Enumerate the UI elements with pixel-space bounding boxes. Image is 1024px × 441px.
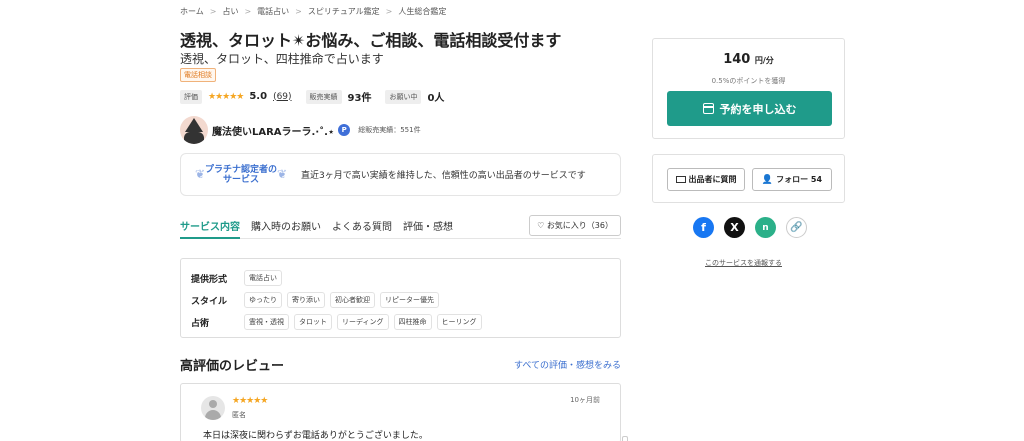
seller-total-sales: 総販売実績：551件 bbox=[358, 126, 421, 134]
mail-icon bbox=[675, 176, 686, 183]
ask-seller-label: 出品者に質問 bbox=[688, 175, 737, 184]
platinum-badge-line2: サービス bbox=[222, 174, 259, 185]
heart-icon: ♡ bbox=[537, 221, 545, 230]
reviews-heading: 高評価のレビュー bbox=[180, 359, 285, 374]
follow-label: フォロー 54 bbox=[776, 175, 823, 184]
calendar-icon bbox=[702, 103, 714, 114]
spec-chip[interactable]: リピーター優先 bbox=[380, 292, 439, 308]
review-text: 本日は深夜に関わらずお電話ありがとうございました。 bbox=[203, 431, 428, 441]
book-button-label: 予約を申し込む bbox=[719, 102, 797, 116]
spec-chip[interactable]: 寄り添い bbox=[287, 292, 325, 308]
service-page: ホーム > 占い > 電話占い > スピリチュアル鑑定 > 人生総合鑑定 透視、… bbox=[0, 0, 1024, 441]
breadcrumb-phone-fortune[interactable]: 電話占い bbox=[257, 6, 289, 17]
spec-chip[interactable]: 四柱推命 bbox=[393, 314, 432, 330]
page-subtitle: 透視、タロット、四柱推命で占います bbox=[180, 52, 384, 66]
reviewer-avatar-icon bbox=[201, 396, 225, 420]
spec-label: スタイル bbox=[191, 296, 228, 307]
reviewer-name: 匿名 bbox=[232, 411, 246, 419]
platinum-banner: ❦ プラチナ認定者の サービス ❦ 直近3ヶ月で高い実績を維持した、信頼性の高い… bbox=[180, 153, 621, 196]
see-all-reviews-link[interactable]: すべての評価・感想をみる bbox=[514, 358, 621, 371]
ask-seller-button[interactable]: 出品者に質問 bbox=[667, 168, 745, 191]
tab-faq[interactable]: よくある質問 bbox=[332, 213, 392, 233]
breadcrumb-separator: > bbox=[209, 7, 217, 16]
price: 140 円/分 bbox=[653, 52, 844, 67]
points-info: 0.5%のポイントを獲得 bbox=[711, 77, 786, 85]
sales-label: 販売実績 bbox=[305, 89, 342, 104]
breadcrumb: ホーム > 占い > 電話占い > スピリチュアル鑑定 > 人生総合鑑定 bbox=[180, 6, 446, 17]
seller-avatar[interactable] bbox=[180, 116, 208, 144]
tab-service-details[interactable]: サービス内容 bbox=[180, 213, 240, 239]
platinum-description: 直近3ヶ月で高い実績を維持した、信頼性の高い出品者のサービスです bbox=[301, 171, 586, 181]
rating-stars-icon: ★★★★★ bbox=[208, 91, 244, 102]
spec-chip[interactable]: ヒーリング bbox=[436, 314, 482, 330]
tab-reviews[interactable]: 評価・感想 bbox=[403, 213, 453, 233]
spec-label: 占術 bbox=[191, 318, 210, 329]
review-date: 10ヶ月前 bbox=[570, 396, 600, 404]
spec-chip[interactable]: リーディング bbox=[337, 314, 389, 330]
seller-actions-card: 出品者に質問 👤 フォロー 54 bbox=[652, 154, 845, 203]
rating-label: 評価 bbox=[180, 89, 202, 104]
spec-row-format: 提供形式 電話占い bbox=[191, 267, 610, 289]
review-stars-icon: ★★★★★ bbox=[232, 396, 268, 406]
person-plus-icon: 👤 bbox=[761, 174, 774, 185]
favorites-label: お願い中 bbox=[385, 89, 422, 104]
rating-count-link[interactable]: (69) bbox=[273, 92, 291, 102]
spec-chip[interactable]: 霊視・透視 bbox=[244, 314, 289, 330]
page-title: 透視、タロット✴お悩み、ご相談、電話相談受付ます bbox=[180, 31, 562, 50]
breadcrumb-fortune[interactable]: 占い bbox=[222, 6, 238, 17]
service-spec-table: 提供形式 電話占い スタイル ゆったり 寄り添い 初心者歓迎 リピーター優先 占… bbox=[180, 258, 621, 338]
rating-value: 5.0 bbox=[249, 91, 268, 102]
spec-row-method: 占術 霊視・透視 タロット リーディング 四柱推命 ヒーリング bbox=[191, 311, 610, 333]
breadcrumb-separator: > bbox=[295, 7, 302, 16]
spec-label: 提供形式 bbox=[191, 274, 228, 285]
book-button[interactable]: 予約を申し込む bbox=[667, 91, 832, 126]
reviews-header: 高評価のレビュー すべての評価・感想をみる bbox=[180, 355, 621, 374]
pricing-card: 140 円/分 0.5%のポイントを獲得 予約を申し込む bbox=[652, 38, 845, 139]
note-icon[interactable]: n bbox=[755, 217, 776, 238]
price-unit: 円/分 bbox=[754, 56, 774, 65]
witch-hat-icon bbox=[185, 118, 203, 132]
tab-purchase-requests[interactable]: 購入時のお願い bbox=[251, 213, 321, 233]
report-link[interactable]: このサービスを通報する bbox=[705, 258, 782, 268]
favorite-button[interactable]: ♡ お気に入り（36） bbox=[529, 215, 621, 236]
breadcrumb-separator: > bbox=[385, 7, 393, 16]
breadcrumb-life[interactable]: 人生総合鑑定 bbox=[398, 6, 446, 17]
seller-info[interactable]: 魔法使いLARAラーラ.·˚.⋆ P 総販売実績：551件 bbox=[180, 116, 421, 144]
spec-row-style: スタイル ゆったり 寄り添い 初心者歓迎 リピーター優先 bbox=[191, 289, 610, 311]
review-card: ★★★★★ 匿名 10ヶ月前 本日は深夜に関わらずお電話ありがとうございました。 bbox=[180, 383, 621, 441]
x-icon[interactable]: X bbox=[724, 217, 745, 238]
seller-name[interactable]: 魔法使いLARAラーラ.·˚.⋆ bbox=[212, 123, 334, 138]
platinum-certified-badge: ❦ プラチナ認定者の サービス ❦ bbox=[195, 165, 287, 185]
favorite-button-label: お気に入り（36） bbox=[546, 221, 613, 230]
witch-body-icon bbox=[184, 132, 204, 144]
sales-value: 93件 bbox=[347, 93, 372, 104]
spec-chip[interactable]: ゆったり bbox=[244, 292, 282, 308]
favorites-value: 0人 bbox=[427, 93, 445, 104]
link-icon[interactable]: 🔗 bbox=[786, 217, 807, 238]
breadcrumb-home[interactable]: ホーム bbox=[180, 6, 204, 17]
laurel-right-icon: ❦ bbox=[276, 166, 287, 181]
follow-button[interactable]: 👤 フォロー 54 bbox=[752, 168, 832, 191]
service-tabs: サービス内容 購入時のお願い よくある質問 評価・感想 ♡ お気に入り（36） bbox=[180, 213, 621, 239]
facebook-icon[interactable]: f bbox=[693, 217, 714, 238]
laurel-left-icon: ❦ bbox=[195, 166, 206, 181]
spec-chip[interactable]: 初心者歓迎 bbox=[330, 292, 375, 308]
spec-chip[interactable]: タロット bbox=[294, 314, 332, 330]
spec-chip[interactable]: 電話占い bbox=[244, 270, 282, 286]
scroll-handle[interactable] bbox=[622, 436, 628, 441]
platinum-badge-line1: プラチナ認定者の bbox=[204, 164, 277, 175]
breadcrumb-spiritual[interactable]: スピリチュアル鑑定 bbox=[308, 6, 380, 17]
platinum-badge-icon: P bbox=[338, 124, 351, 136]
breadcrumb-separator: > bbox=[244, 7, 252, 16]
category-tag: 電話相談 bbox=[180, 68, 216, 82]
price-value: 140 bbox=[723, 52, 751, 67]
share-buttons: f X n 🔗 bbox=[693, 217, 807, 238]
service-stats: 評価 ★★★★★ 5.0 (69) 販売実績 93件 お願い中 0人 bbox=[180, 89, 444, 104]
